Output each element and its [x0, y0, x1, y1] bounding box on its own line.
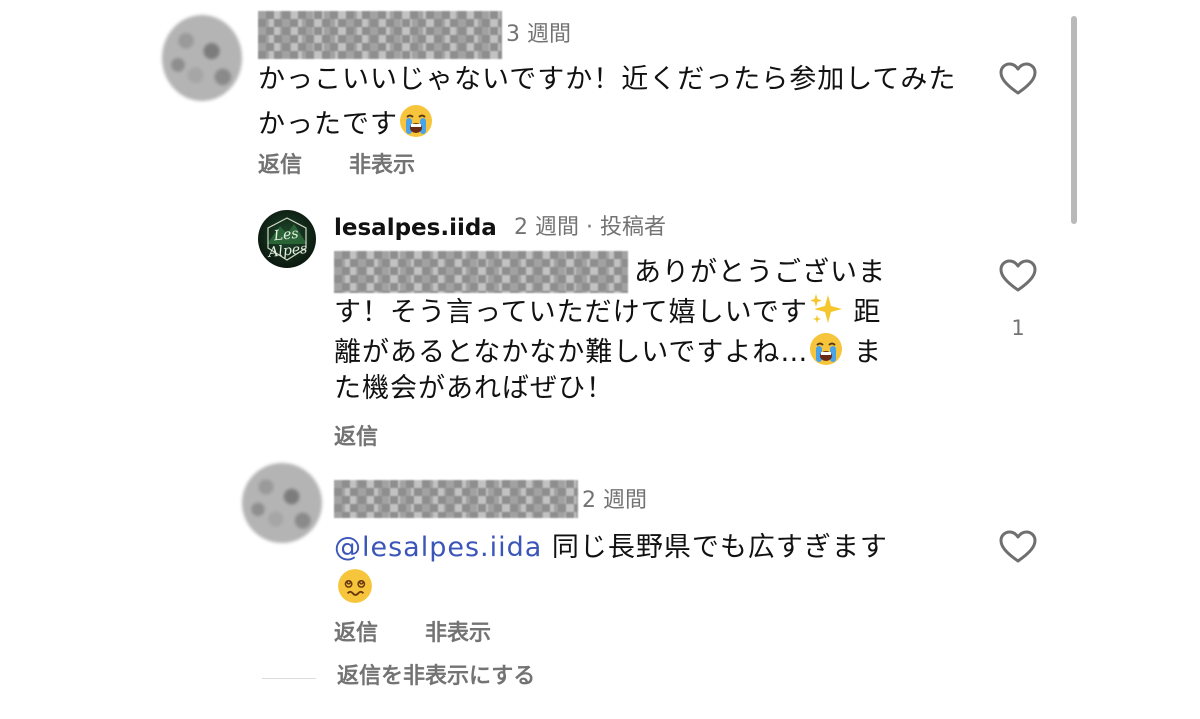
mention-link[interactable]: @lesalpes.iida — [334, 532, 542, 563]
hide-replies-button[interactable]: 返信を非表示にする — [337, 662, 535, 692]
reply-button[interactable]: 返信 — [334, 423, 378, 453]
comment-text: かっこいいじゃないですか！近くだったら参加してみたかったです — [258, 57, 968, 153]
like-heart-icon[interactable] — [999, 62, 1037, 96]
reply-text-line-2-tail: 距 — [843, 297, 882, 328]
commenter-avatar-blurred[interactable] — [242, 463, 322, 543]
comment-text-content: かっこいいじゃないですか！近くだったら参加してみたかったです — [258, 64, 957, 140]
lesalpes-avatar[interactable]: Les Alpes — [258, 210, 316, 268]
comment-timestamp: 2 週間 — [582, 488, 647, 513]
comment-timestamp: 3 週間 — [506, 22, 571, 47]
reply-username[interactable]: lesalpes.iida — [334, 213, 497, 243]
avatar-logo-text: Les Alpes — [267, 225, 309, 261]
comment-text-content: 同じ長野県でも広すぎます — [542, 532, 888, 563]
reply-text-line-1: ありがとうございま — [634, 257, 886, 288]
like-heart-icon[interactable] — [999, 530, 1037, 564]
commenter-username-redacted[interactable] — [334, 480, 578, 518]
crying-face-emoji — [808, 331, 844, 381]
mentioned-username-redacted[interactable] — [334, 251, 628, 293]
hide-button[interactable]: 非表示 — [349, 151, 415, 181]
reply-button[interactable]: 返信 — [258, 151, 302, 181]
like-heart-icon[interactable] — [999, 259, 1037, 293]
reply-meta: 2 週間 · 投稿者 — [514, 215, 666, 240]
commenter-username-redacted[interactable] — [258, 11, 502, 59]
hide-button[interactable]: 非表示 — [425, 619, 491, 649]
reply-text-line-3-tail: ま — [844, 337, 882, 368]
crying-face-emoji — [398, 103, 434, 153]
comment-text: @lesalpes.iida 同じ長野県でも広すぎます — [334, 525, 944, 570]
dizzy-face-emoji — [336, 567, 374, 609]
scrollbar-thumb[interactable] — [1071, 16, 1077, 224]
reply-text-line-3-content: 離があるとなかなか難しいですよね… — [334, 337, 809, 368]
reply-button[interactable]: 返信 — [334, 619, 378, 649]
reply-text-line-2-content: す！そう言っていただけて嬉しいです — [334, 297, 808, 328]
reply-text-line-4: た機会があればぜひ！ — [334, 373, 614, 404]
like-count: 1 — [1011, 316, 1025, 340]
commenter-avatar-blurred[interactable] — [162, 15, 242, 101]
replies-divider — [262, 678, 316, 679]
